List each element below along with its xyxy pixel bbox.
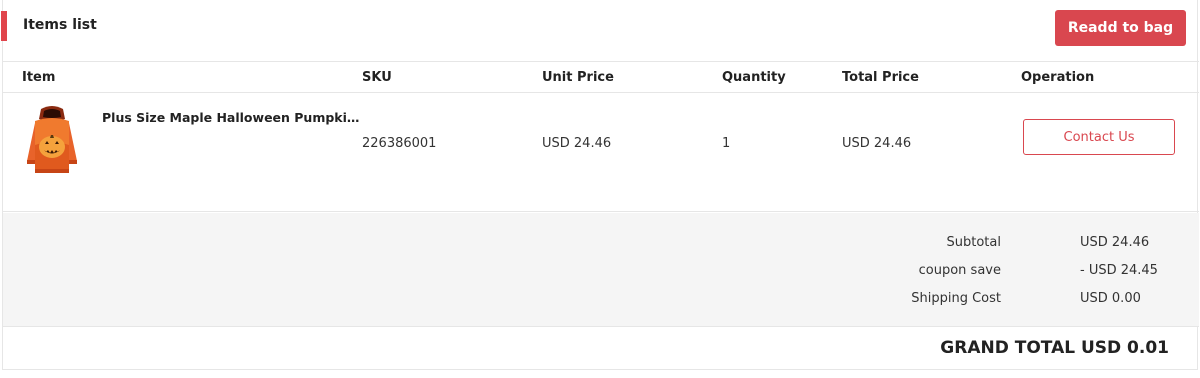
grand-total: GRAND TOTAL USD 0.01 — [940, 338, 1169, 358]
item-unit-price: USD 24.46 — [542, 136, 612, 151]
coupon-save-label: coupon save — [918, 263, 1001, 278]
item-total-price: USD 24.46 — [842, 136, 912, 151]
subtotal-label: Subtotal — [946, 235, 1001, 250]
contact-us-button[interactable]: Contact Us — [1023, 119, 1175, 155]
shipping-cost-label: Shipping Cost — [911, 291, 1001, 306]
table-row: Plus Size Maple Halloween Pumpkin H... 2… — [3, 93, 1199, 212]
subtotal-value: USD 24.46 — [1080, 235, 1150, 250]
item-sku: 226386001 — [362, 136, 437, 151]
column-header-operation: Operation — [1021, 70, 1095, 85]
table-header: Item SKU Unit Price Quantity Total Price… — [3, 62, 1199, 93]
order-summary: Subtotal USD 24.46 coupon save - USD 24.… — [3, 213, 1199, 327]
column-header-sku: SKU — [362, 70, 392, 85]
column-header-item: Item — [22, 70, 56, 85]
items-list-panel: Items list Readd to bag Item SKU Unit Pr… — [1, 0, 1199, 370]
column-header-unit-price: Unit Price — [542, 70, 614, 85]
items-list-header: Items list Readd to bag — [1, 0, 1199, 62]
readd-to-bag-button[interactable]: Readd to bag — [1055, 10, 1186, 46]
items-list-title: Items list — [23, 17, 97, 33]
item-name-link[interactable]: Plus Size Maple Halloween Pumpkin H... — [102, 110, 364, 125]
coupon-save-value: - USD 24.45 — [1080, 263, 1158, 278]
item-quantity: 1 — [722, 136, 731, 151]
column-header-total-price: Total Price — [842, 70, 919, 85]
column-header-quantity: Quantity — [722, 70, 786, 85]
shipping-cost-value: USD 0.00 — [1080, 291, 1141, 306]
header-accent-bar — [1, 11, 7, 41]
hoodie-product-icon[interactable] — [23, 105, 81, 177]
